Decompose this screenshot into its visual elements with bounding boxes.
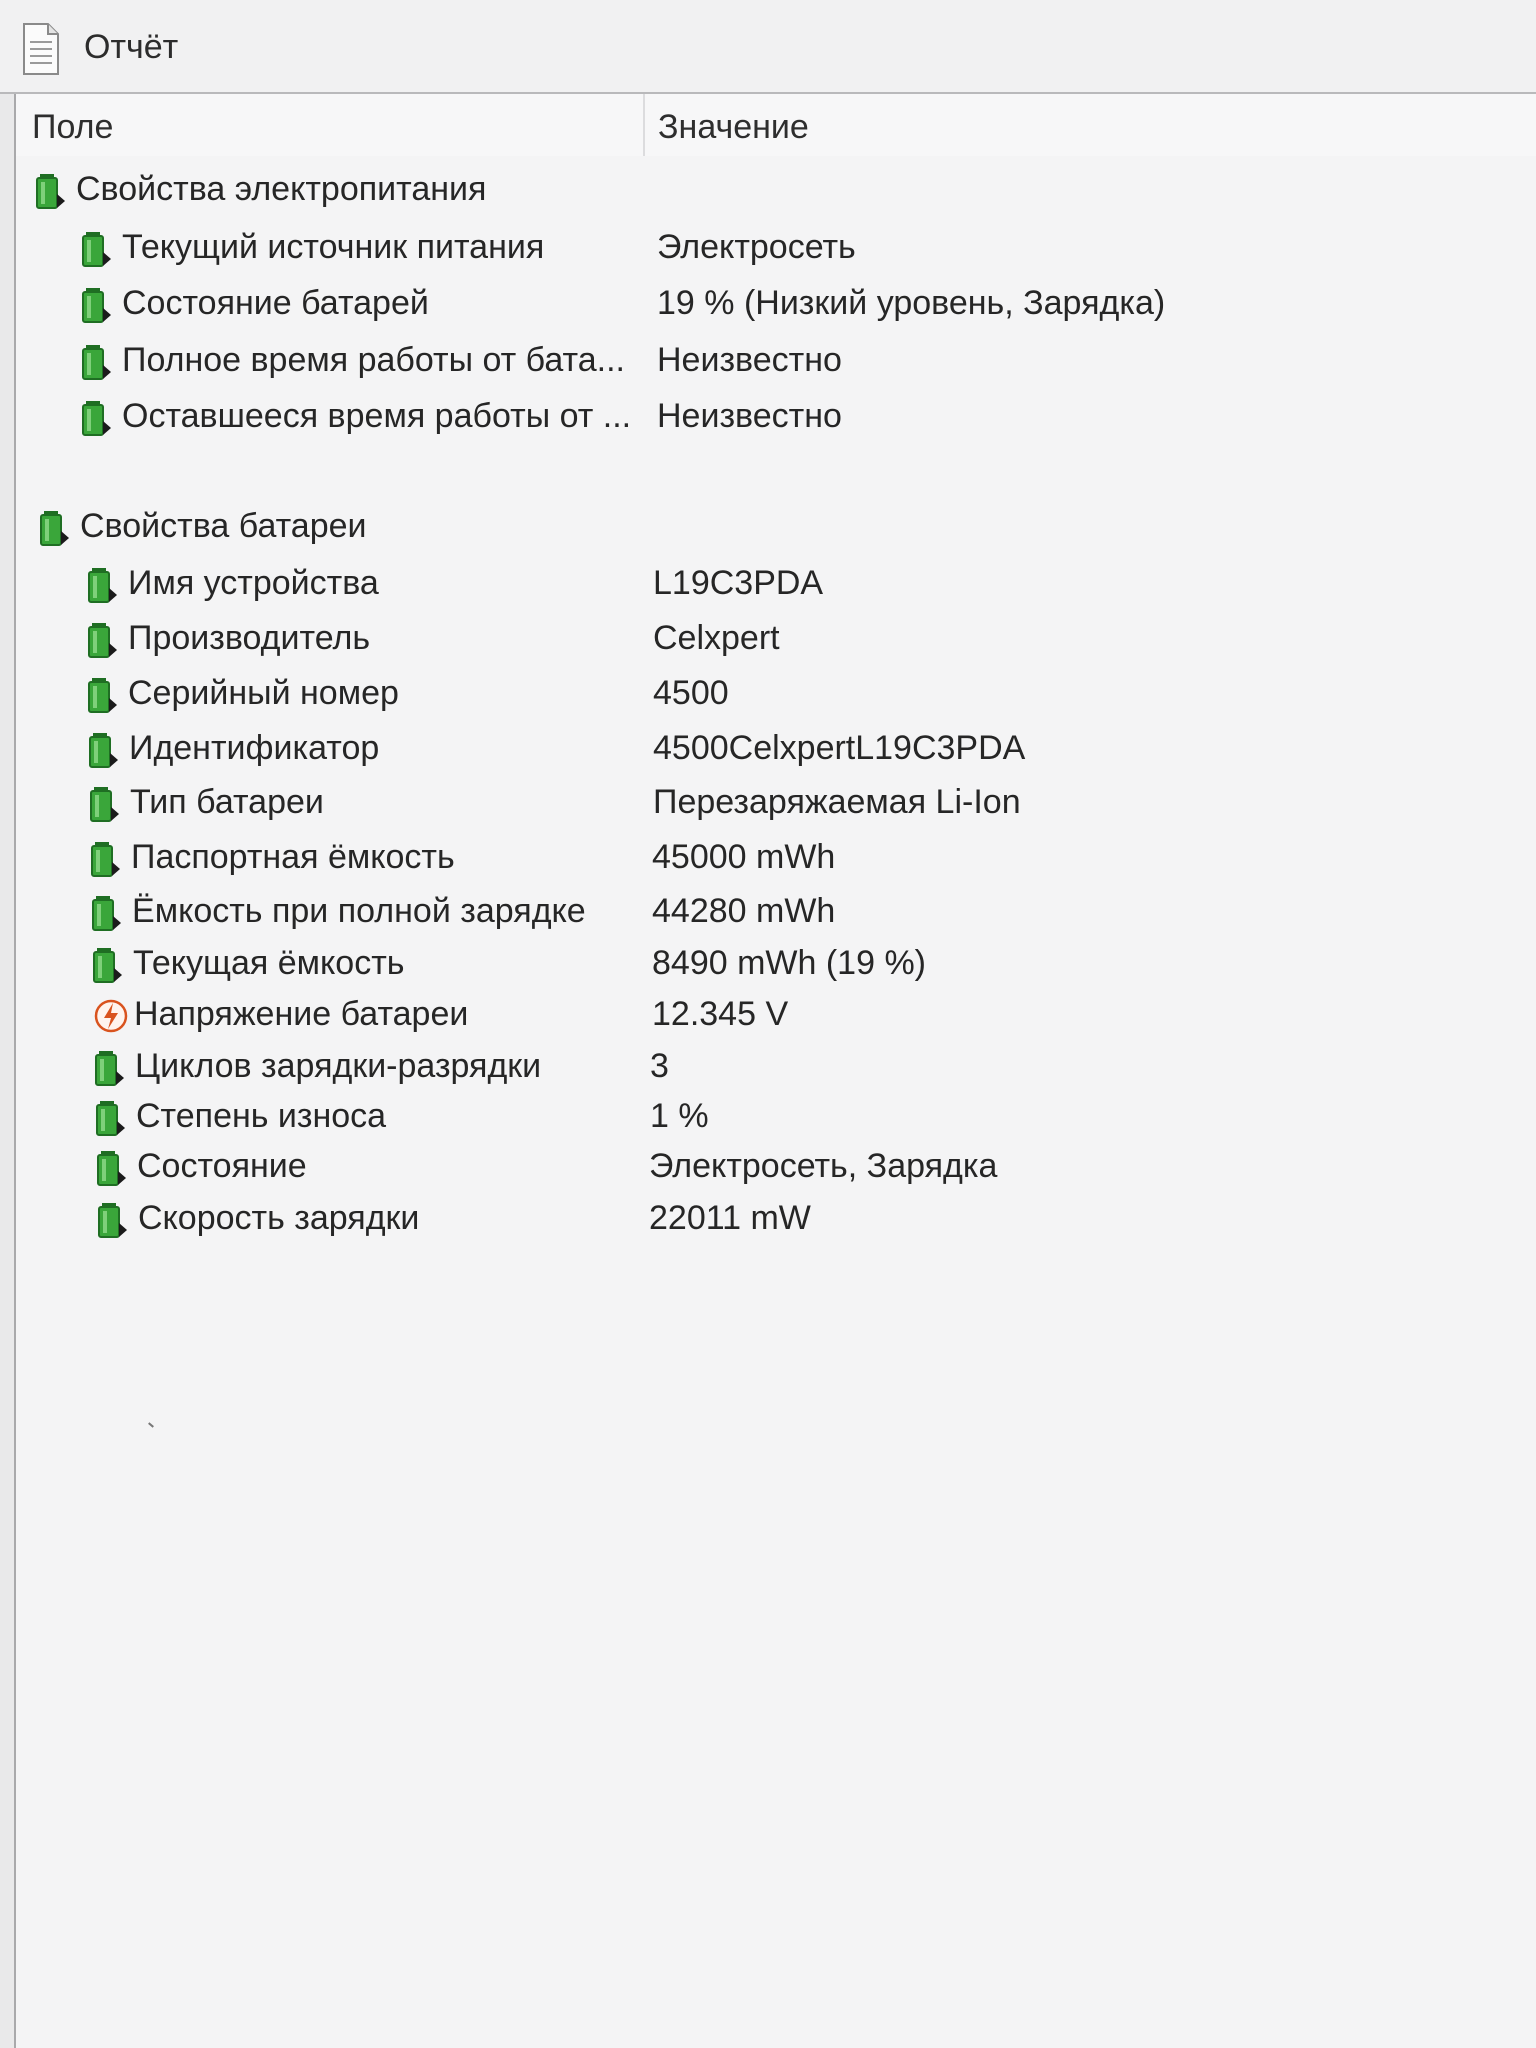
list-item-s0-row-3[interactable]: Оставшееся время работы от ... Неизвестно — [16, 393, 1536, 443]
field-label: Паспортная ёмкость — [131, 838, 455, 876]
battery-green-icon — [89, 731, 119, 769]
report-button-label[interactable]: Отчёт — [84, 28, 178, 67]
field-value: Неизвестно — [657, 397, 842, 435]
report-toolbar: Отчёт — [0, 0, 1536, 94]
battery-green-icon — [96, 1099, 126, 1137]
field-value: 19 % (Низкий уровень, Зарядка) — [657, 284, 1166, 322]
battery-green-icon — [98, 1201, 128, 1239]
battery-green-icon — [36, 172, 66, 210]
list-item-s1-row-8[interactable]: Напряжение батареи 12.345 V — [16, 991, 1536, 1041]
field-label: Полное время работы от бата... — [122, 341, 625, 379]
field-label: Серийный номер — [128, 674, 399, 712]
list-item-s1-row-7[interactable]: Текущая ёмкость 8490 mWh (19 %) — [16, 940, 1536, 990]
column-header-value[interactable]: Значение — [658, 108, 809, 147]
report-list-panel: Поле Значение Свойства электропитания Тек… — [14, 94, 1536, 2048]
list-item-s1-row-9[interactable]: Циклов зарядки-разрядки 3 — [16, 1043, 1536, 1093]
list-item-s1-row-1[interactable]: Производитель Celxpert — [16, 615, 1536, 665]
list-item-s0-row-2[interactable]: Полное время работы от бата... Неизвестно — [16, 337, 1536, 387]
field-label: Циклов зарядки-разрядки — [135, 1047, 542, 1085]
field-label: Текущая ёмкость — [133, 944, 405, 982]
field-label: Состояние батарей — [122, 284, 429, 322]
battery-green-icon — [82, 399, 112, 437]
battery-green-icon — [88, 621, 118, 659]
list-item-s1-row-2[interactable]: Серийный номер 4500 — [16, 670, 1536, 720]
field-label: Напряжение батареи — [134, 995, 469, 1033]
field-label: Степень износа — [136, 1097, 387, 1135]
screen-speck — [148, 1422, 154, 1428]
field-label: Скорость зарядки — [138, 1199, 420, 1237]
list-item-s1-row-3[interactable]: Идентификатор 4500CelxpertL19C3PDA — [16, 725, 1536, 775]
list-item-s1-row-0[interactable]: Имя устройства L19C3PDA — [16, 560, 1536, 610]
voltage-lightning-icon — [94, 997, 128, 1035]
battery-green-icon — [97, 1149, 127, 1187]
field-label: Имя устройства — [128, 564, 379, 602]
list-item-s1-row-6[interactable]: Ёмкость при полной зарядке 44280 mWh — [16, 888, 1536, 938]
column-header-field[interactable]: Поле — [32, 108, 113, 147]
battery-green-icon — [82, 343, 112, 381]
field-value: 4500CelxpertL19C3PDA — [653, 729, 1026, 767]
field-value: 8490 mWh (19 %) — [652, 944, 926, 982]
battery-green-icon — [92, 894, 122, 932]
field-label: Свойства электропитания — [76, 170, 487, 208]
list-item-s0-row-1[interactable]: Состояние батарей 19 % (Низкий уровень, З… — [16, 280, 1536, 330]
field-value: 3 — [650, 1047, 669, 1085]
field-value: 22011 mW — [649, 1199, 811, 1237]
field-label: Оставшееся время работы от ... — [122, 397, 632, 435]
field-label: Состояние — [137, 1147, 307, 1185]
list-item-s1-row-4[interactable]: Тип батареи Перезаряжаемая Li-Ion — [16, 779, 1536, 829]
battery-green-icon — [90, 785, 120, 823]
battery-green-icon — [95, 1049, 125, 1087]
field-value: Перезаряжаемая Li-Ion — [653, 783, 1021, 821]
field-label: Текущий источник питания — [122, 228, 545, 266]
field-value: Неизвестно — [657, 341, 842, 379]
list-item-s0-row-0[interactable]: Текущий источник питания Электросеть — [16, 224, 1536, 274]
battery-green-icon — [82, 286, 112, 324]
field-label: Ёмкость при полной зарядке — [132, 892, 586, 930]
battery-green-icon — [82, 230, 112, 268]
field-value: 44280 mWh — [652, 892, 836, 930]
field-label: Идентификатор — [129, 729, 380, 767]
battery-green-icon — [88, 676, 118, 714]
list-item-s1-row-5[interactable]: Паспортная ёмкость 45000 mWh — [16, 834, 1536, 884]
field-value: 45000 mWh — [652, 838, 836, 876]
list-item-section-1[interactable]: Свойства батареи — [16, 503, 1536, 553]
battery-green-icon — [40, 509, 70, 547]
field-value: 4500 — [653, 674, 729, 712]
battery-green-icon — [88, 566, 118, 604]
field-value: Электросеть — [657, 228, 856, 266]
field-value: 12.345 V — [652, 995, 789, 1033]
field-value: Celxpert — [653, 619, 780, 657]
field-value: L19C3PDA — [653, 564, 824, 602]
list-item-s1-row-10[interactable]: Степень износа 1 % — [16, 1093, 1536, 1143]
field-label: Производитель — [128, 619, 371, 657]
battery-green-icon — [93, 946, 123, 984]
list-item-s1-row-12[interactable]: Скорость зарядки 22011 mW — [16, 1195, 1536, 1245]
field-label: Свойства батареи — [80, 507, 367, 545]
list-item-section-0[interactable]: Свойства электропитания — [16, 166, 1536, 216]
column-resize-handle[interactable] — [643, 94, 645, 156]
report-document-icon — [22, 22, 60, 76]
list-item-s1-row-11[interactable]: Состояние Электросеть, Зарядка — [16, 1143, 1536, 1193]
battery-green-icon — [91, 840, 121, 878]
field-value: Электросеть, Зарядка — [649, 1147, 998, 1185]
list-header: Поле Значение — [16, 94, 1536, 156]
field-value: 1 % — [650, 1097, 709, 1135]
field-label: Тип батареи — [130, 783, 324, 821]
